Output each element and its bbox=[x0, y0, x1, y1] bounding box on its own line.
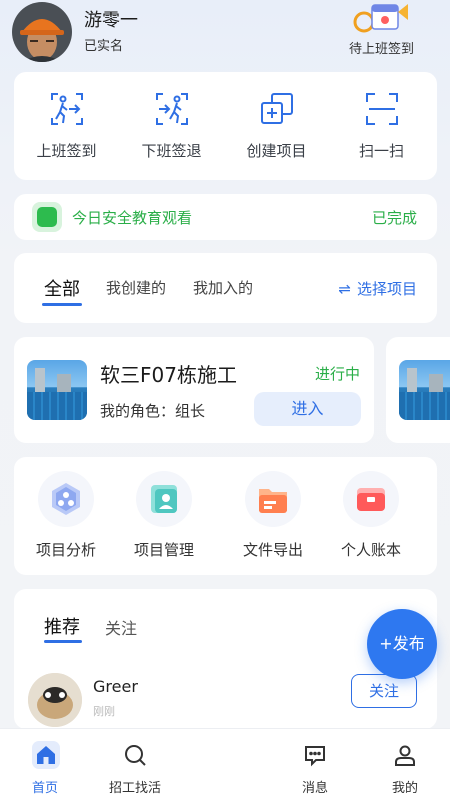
tab-joined[interactable]: 我加入的 bbox=[193, 277, 253, 298]
clock-out-icon bbox=[156, 93, 188, 125]
feed-tab-indicator bbox=[44, 640, 82, 643]
folder-export-icon bbox=[245, 471, 301, 527]
video-icon bbox=[32, 202, 62, 232]
project-thumbnail bbox=[399, 360, 450, 420]
user-avatar[interactable] bbox=[12, 2, 72, 62]
nav-profile-label: 我的 bbox=[391, 781, 418, 796]
post-time: 刚刚 bbox=[93, 705, 115, 718]
project-filter-bar: 全部 我创建的 我加入的 ⇌ 选择项目 bbox=[14, 253, 437, 323]
clock-out-button[interactable]: 下班签退 bbox=[119, 72, 224, 180]
personal-ledger-button[interactable]: 个人账本 bbox=[321, 457, 421, 575]
verified-label: 已实名 bbox=[84, 39, 124, 54]
scan-icon bbox=[366, 93, 398, 125]
file-export-button[interactable]: 文件导出 bbox=[223, 457, 323, 575]
active-tab-indicator bbox=[42, 303, 82, 306]
wallet-icon bbox=[343, 471, 399, 527]
quick-actions-card: 上班签到 下班签退 创建项目 扫一扫 bbox=[14, 72, 437, 180]
home-icon bbox=[37, 746, 55, 764]
project-analysis-label: 项目分析 bbox=[35, 541, 96, 559]
nav-home-label: 首页 bbox=[31, 781, 58, 796]
clock-in-icon bbox=[51, 93, 83, 125]
scan-button[interactable]: 扫一扫 bbox=[329, 72, 434, 180]
project-card[interactable]: 软三F07栋施工 进行中 我的角色：组长 进入 bbox=[14, 337, 374, 443]
scan-label: 扫一扫 bbox=[358, 142, 404, 160]
project-status: 进行中 bbox=[314, 365, 360, 383]
swap-icon: ⇌ bbox=[338, 280, 351, 298]
nav-messages-label: 消息 bbox=[301, 781, 328, 796]
select-project-button[interactable]: ⇌ 选择项目 bbox=[338, 278, 417, 299]
calendar-checkin-icon[interactable] bbox=[352, 0, 412, 36]
post-author-avatar[interactable] bbox=[28, 673, 82, 727]
project-role: 我的角色：组长 bbox=[100, 402, 206, 420]
tools-card: 项目分析 项目管理 文件导出 个人账本 bbox=[14, 457, 437, 575]
create-project-label: 创建项目 bbox=[246, 142, 307, 160]
tab-recommend[interactable]: 推荐 bbox=[44, 613, 80, 639]
tab-created[interactable]: 我创建的 bbox=[106, 277, 166, 298]
nav-profile[interactable]: 我的 bbox=[365, 729, 445, 800]
profile-icon bbox=[395, 745, 415, 766]
nav-home[interactable]: 首页 bbox=[5, 729, 85, 800]
publish-button[interactable]: +发布 bbox=[367, 609, 437, 679]
enter-project-button[interactable]: 进入 bbox=[254, 392, 361, 426]
safety-education-bar[interactable]: 今日安全教育观看 已完成 bbox=[14, 194, 437, 240]
clock-out-label: 下班签退 bbox=[141, 142, 202, 160]
project-card-next[interactable] bbox=[386, 337, 450, 443]
file-export-label: 文件导出 bbox=[242, 541, 303, 559]
tab-all[interactable]: 全部 bbox=[44, 275, 80, 301]
bottom-nav: 首页 招工找活 消息 我的 bbox=[0, 728, 450, 800]
post-author-name[interactable]: Greer bbox=[93, 677, 138, 696]
create-project-icon bbox=[261, 93, 293, 124]
project-thumbnail bbox=[27, 360, 87, 420]
project-name: 软三F07栋施工 bbox=[100, 363, 237, 387]
tab-following[interactable]: 关注 bbox=[105, 615, 137, 639]
nav-jobs-label: 招工找活 bbox=[108, 781, 161, 796]
follow-button[interactable]: 关注 bbox=[351, 674, 417, 708]
clock-in-button[interactable]: 上班签到 bbox=[14, 72, 119, 180]
nav-messages[interactable]: 消息 bbox=[275, 729, 355, 800]
safety-title: 今日安全教育观看 bbox=[72, 209, 193, 227]
clock-in-label: 上班签到 bbox=[36, 142, 97, 160]
management-icon bbox=[136, 471, 192, 527]
analysis-icon bbox=[38, 471, 94, 527]
user-name: 游零一 bbox=[84, 10, 138, 31]
select-project-label: 选择项目 bbox=[356, 280, 417, 298]
personal-ledger-label: 个人账本 bbox=[340, 541, 401, 559]
checkin-status[interactable]: 待上班签到 bbox=[349, 38, 414, 57]
message-icon bbox=[305, 746, 325, 767]
create-project-button[interactable]: 创建项目 bbox=[224, 72, 329, 180]
project-management-button[interactable]: 项目管理 bbox=[114, 457, 214, 575]
search-icon bbox=[125, 745, 146, 766]
project-management-label: 项目管理 bbox=[133, 541, 194, 559]
project-analysis-button[interactable]: 项目分析 bbox=[16, 457, 116, 575]
nav-jobs[interactable]: 招工找活 bbox=[95, 729, 175, 800]
safety-status: 已完成 bbox=[371, 209, 417, 227]
